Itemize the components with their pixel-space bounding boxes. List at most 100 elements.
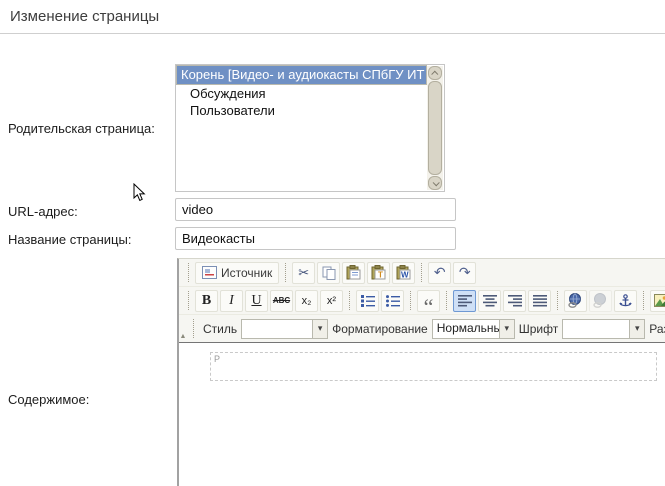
paste-from-word-icon: W [396, 265, 411, 280]
numbered-list-button[interactable] [356, 290, 379, 312]
toolbar-grip [188, 291, 189, 310]
strikethrough-button[interactable]: ABC [270, 290, 293, 312]
insert-link-button[interactable] [564, 290, 587, 312]
paste-button[interactable] [342, 262, 365, 284]
scroll-down-icon [432, 179, 439, 186]
font-select-value [563, 320, 629, 338]
rich-text-editor: Источник ✂ [177, 258, 665, 486]
toolbar-grip [188, 263, 189, 282]
bulleted-list-button[interactable] [381, 290, 404, 312]
parent-page-listbox: Корень [Видео- и аудиокасты СПбГУ ИТ Обс… [175, 64, 445, 192]
style-select-value [242, 320, 312, 338]
toolbar-row-2: B I U ABC x₂ x² “ [179, 287, 665, 315]
style-label: Стиль [203, 322, 237, 336]
cut-button[interactable]: ✂ [292, 262, 315, 284]
toolbar-grip [410, 291, 411, 310]
align-center-button[interactable] [478, 290, 501, 312]
strikethrough-icon: ABC [273, 296, 290, 305]
undo-button[interactable]: ↶ [428, 262, 451, 284]
image-icon [654, 294, 665, 307]
parent-page-label: Родительская страница: [8, 121, 155, 136]
url-input[interactable] [175, 198, 456, 221]
toolbar-row-1: Источник ✂ [179, 259, 665, 287]
editor-content-area[interactable]: P [179, 342, 665, 486]
content-label: Содержимое: [8, 392, 89, 407]
source-icon [202, 266, 217, 279]
bold-button[interactable]: B [195, 290, 218, 312]
dropdown-arrow-icon[interactable]: ▾ [312, 320, 327, 338]
format-select-value: Нормальный [433, 320, 499, 338]
list-item-discussions[interactable]: Обсуждения [176, 85, 427, 102]
underline-icon: U [251, 293, 261, 309]
link-icon [568, 293, 583, 308]
insert-image-button[interactable] [650, 290, 665, 312]
format-label: Форматирование [332, 322, 428, 336]
mouse-cursor-icon [133, 183, 146, 202]
list-item-users[interactable]: Пользователи [176, 102, 427, 119]
italic-icon: I [229, 293, 234, 309]
svg-text:W: W [401, 271, 409, 280]
size-label: Размер [649, 322, 665, 336]
align-center-icon [483, 295, 497, 307]
cut-icon: ✂ [298, 266, 309, 279]
scroll-down-button[interactable] [428, 176, 442, 190]
copy-icon [322, 266, 336, 280]
remove-link-button[interactable] [589, 290, 612, 312]
page-name-label: Название страницы: [8, 232, 131, 247]
format-select[interactable]: Нормальный ▾ [432, 319, 515, 339]
align-left-button[interactable] [453, 290, 476, 312]
toolbar-grip [349, 291, 350, 310]
paste-plain-text-icon: T [371, 265, 386, 280]
toolbar-grip [643, 291, 644, 310]
toolbar-grip [285, 263, 286, 282]
underline-button[interactable]: U [245, 290, 268, 312]
font-select[interactable]: ▾ [562, 319, 645, 339]
subscript-icon: x₂ [302, 295, 312, 307]
paragraph-tag-label: P [214, 354, 220, 364]
undo-icon: ↶ [434, 264, 446, 281]
align-right-icon [508, 295, 522, 307]
align-right-button[interactable] [503, 290, 526, 312]
toolbar-grip [446, 291, 447, 310]
superscript-button[interactable]: x² [320, 290, 343, 312]
anchor-button[interactable] [614, 290, 637, 312]
paste-plain-text-button[interactable]: T [367, 262, 390, 284]
page-name-input[interactable] [175, 227, 456, 250]
source-button[interactable]: Источник [195, 262, 279, 284]
style-select[interactable]: ▾ [241, 319, 328, 339]
copy-button[interactable] [317, 262, 340, 284]
paragraph-block[interactable]: P [210, 352, 657, 381]
list-item-root[interactable]: Корень [Видео- и аудиокасты СПбГУ ИТ [176, 65, 427, 85]
numbered-list-icon [361, 294, 375, 307]
toolbar-grip [557, 291, 558, 310]
toolbar-collapse-button[interactable]: ▲ [178, 333, 188, 340]
listbox-options: Корень [Видео- и аудиокасты СПбГУ ИТ Обс… [176, 65, 427, 191]
subscript-button[interactable]: x₂ [295, 290, 318, 312]
anchor-icon [619, 294, 632, 308]
align-justify-button[interactable] [528, 290, 551, 312]
scroll-up-button[interactable] [428, 66, 442, 80]
bulleted-list-icon [386, 294, 400, 307]
editor-toolbar: Источник ✂ [179, 259, 665, 342]
redo-icon: ↷ [459, 264, 471, 281]
dropdown-arrow-icon[interactable]: ▾ [499, 320, 514, 338]
page-title: Изменение страницы [10, 8, 159, 25]
scrollbar-thumb[interactable] [428, 81, 442, 175]
superscript-icon: x² [327, 295, 336, 307]
page-edit-form: { "page": { "title": "Изменение страницы… [0, 0, 665, 486]
unlink-icon [593, 293, 608, 308]
redo-button[interactable]: ↷ [453, 262, 476, 284]
font-label: Шрифт [519, 322, 558, 336]
align-justify-icon [533, 295, 547, 307]
paste-from-word-button[interactable]: W [392, 262, 415, 284]
svg-text:T: T [378, 271, 383, 280]
toolbar-grip [421, 263, 422, 282]
title-divider [0, 33, 665, 34]
toolbar-grip [193, 319, 194, 338]
blockquote-button[interactable]: “ [417, 290, 440, 312]
listbox-scrollbar[interactable] [427, 66, 443, 190]
align-left-icon [458, 295, 472, 307]
italic-button[interactable]: I [220, 290, 243, 312]
scroll-up-icon [431, 70, 438, 77]
dropdown-arrow-icon[interactable]: ▾ [629, 320, 644, 338]
